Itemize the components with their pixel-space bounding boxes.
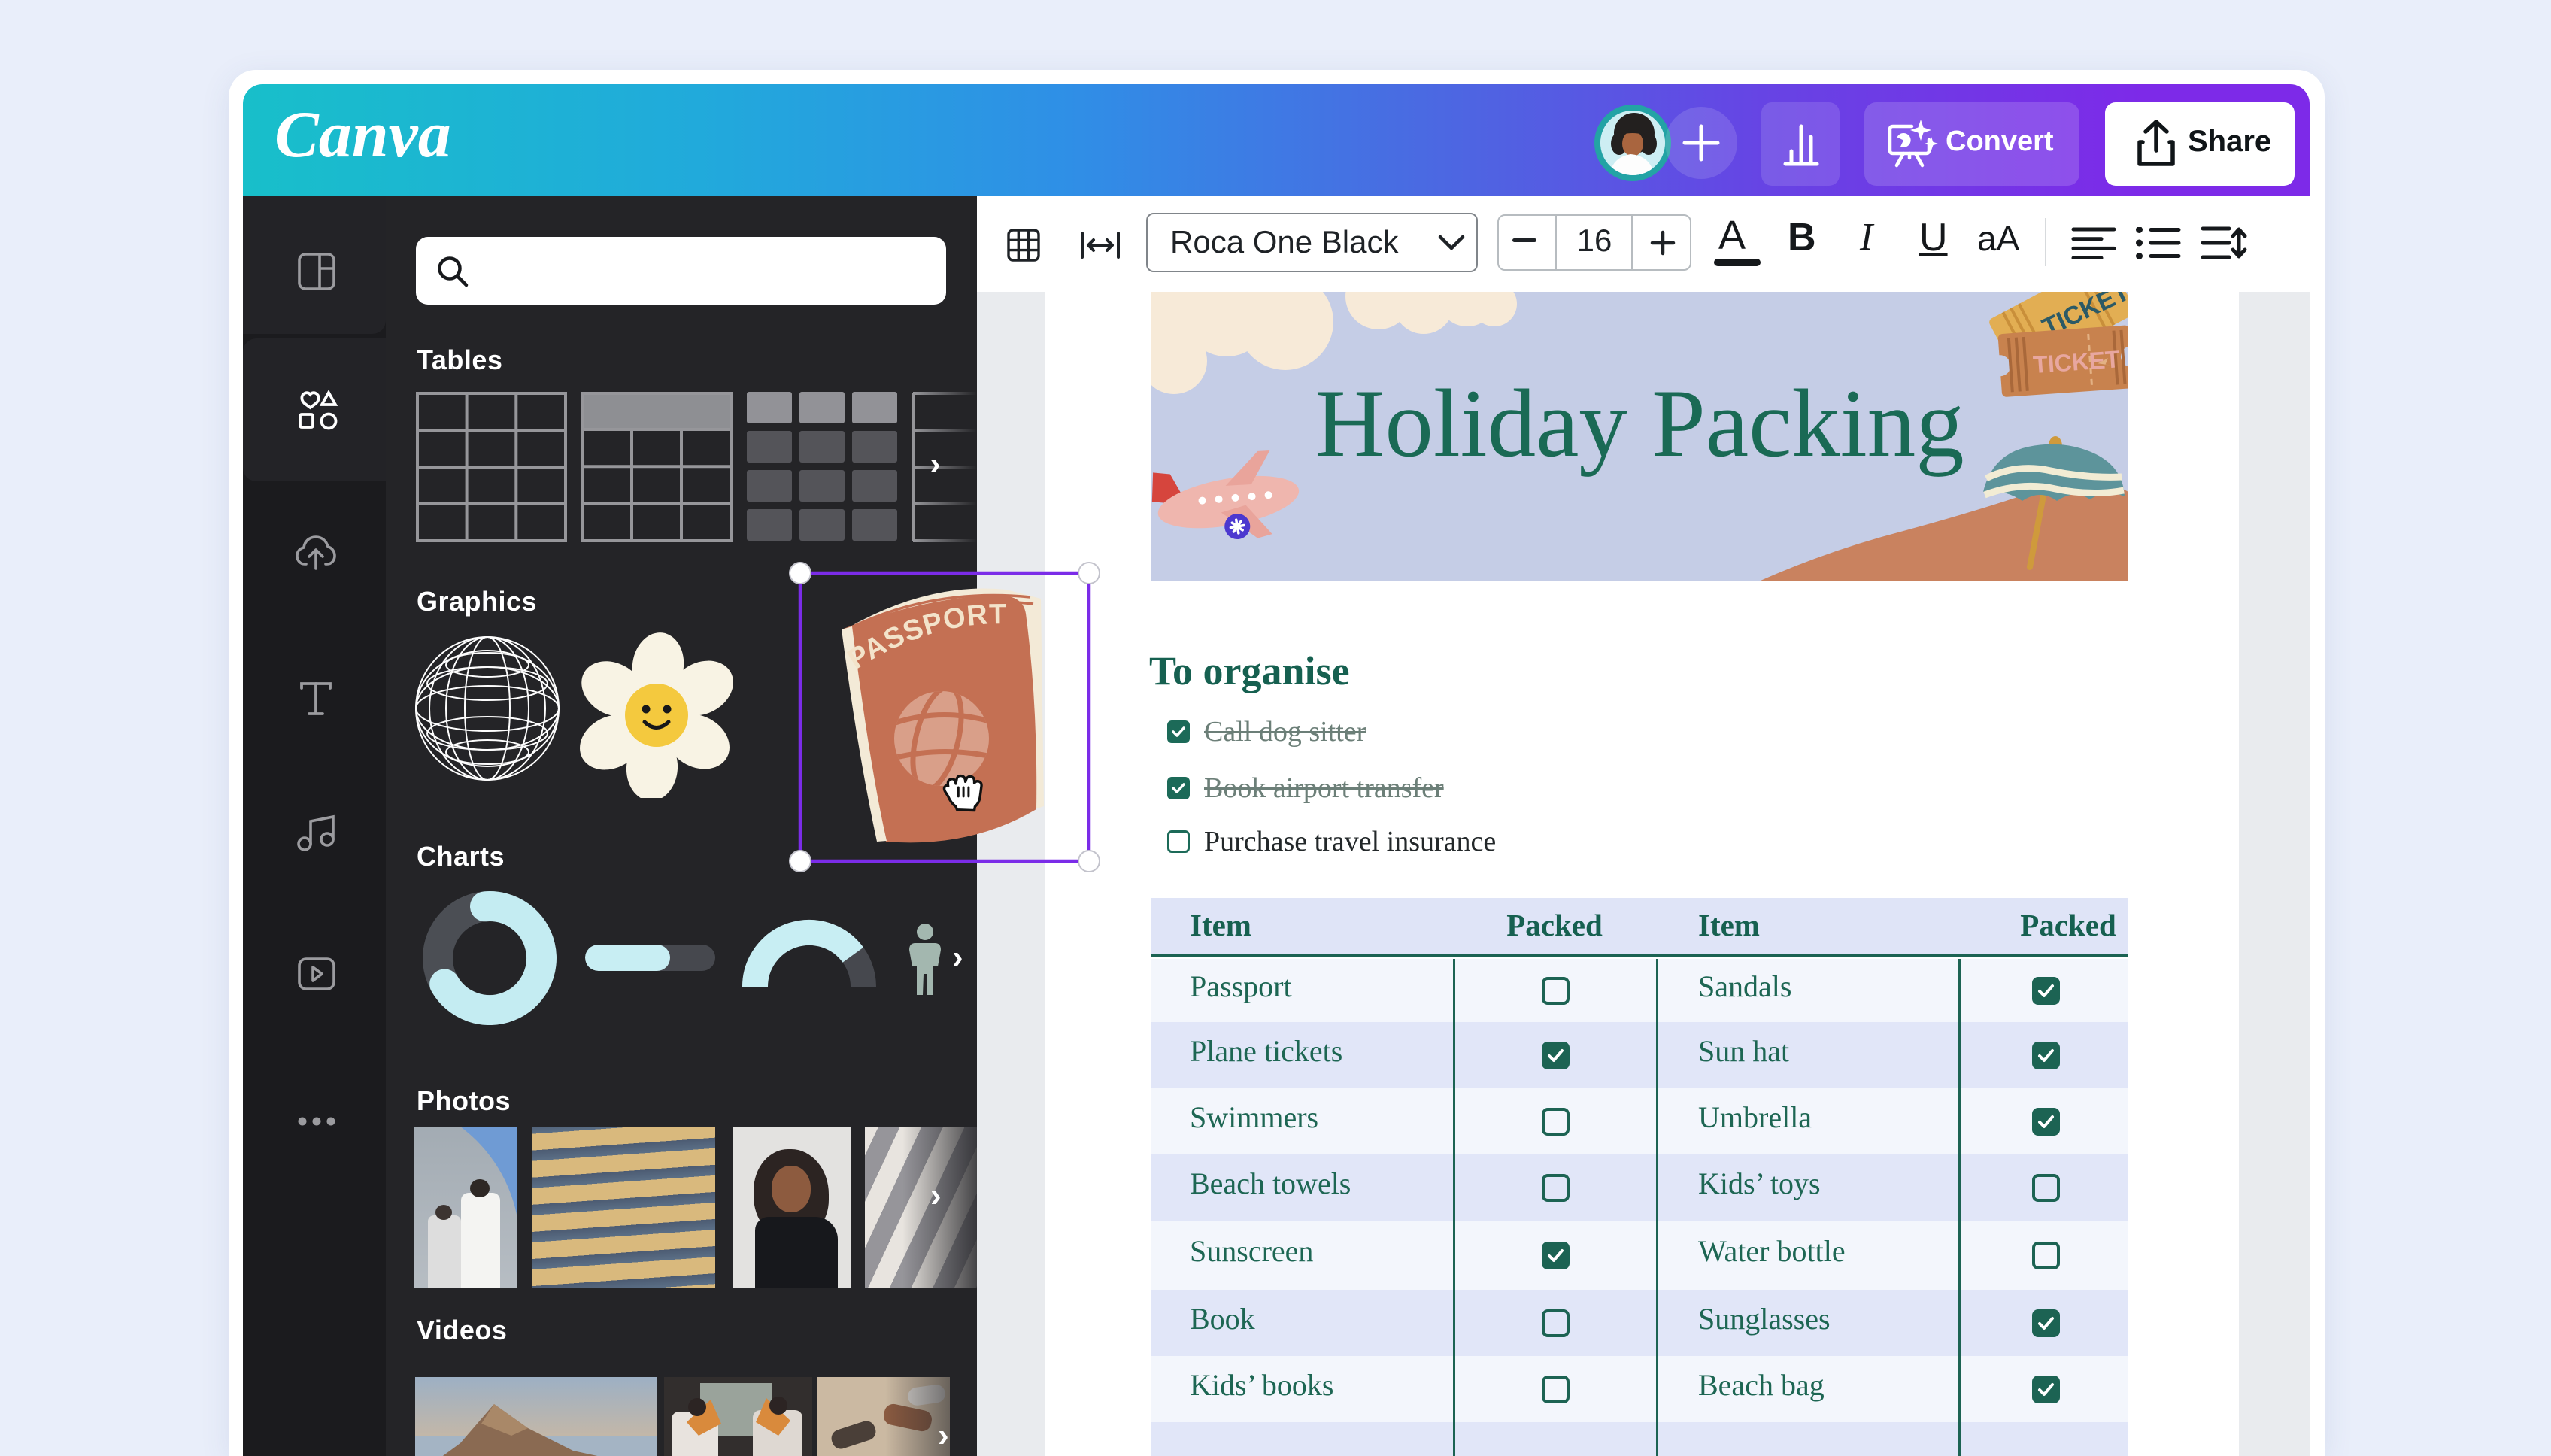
svg-text:Canva: Canva: [275, 99, 451, 171]
svg-text:Holiday Packing: Holiday Packing: [1315, 369, 1964, 477]
